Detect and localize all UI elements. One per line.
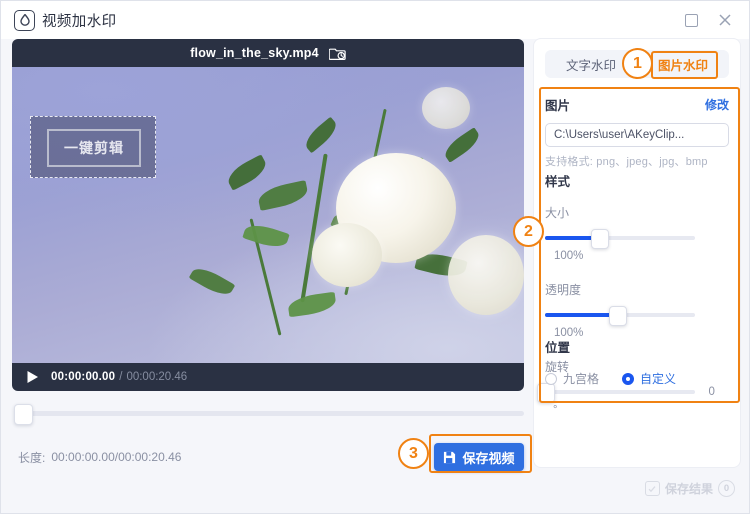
save-video-label: 保存视频 [462, 450, 515, 466]
radio-grid-icon [545, 372, 557, 385]
editor-left-column: flow_in_the_sky.mp4 一键剪辑 00:00:00.00 / 0… [12, 39, 524, 505]
position-option-grid[interactable]: 九宫格 [545, 370, 599, 387]
folder-refresh-icon[interactable] [328, 46, 346, 61]
total-time: 00:00:20.46 [126, 371, 188, 383]
position-options: 九宫格 自定义 [545, 370, 729, 387]
video-watermark-window: 视频加水印 flow_in_the_sky.mp4 一键剪辑 00:00:00.… [0, 0, 750, 514]
annotation-step-2: 2 [513, 216, 544, 247]
rotation-unit: ° [553, 404, 558, 417]
style-section-title: 样式 [545, 175, 571, 189]
watermark-selection-box[interactable]: 一键剪辑 [30, 116, 156, 178]
supported-formats-hint: 支持格式: png、jpeg、jpg、bmp [545, 156, 708, 168]
annotation-step-3: 3 [398, 438, 429, 469]
maximize-button[interactable] [675, 5, 707, 35]
save-result-indicator[interactable]: 保存结果 0 [644, 480, 735, 497]
length-and-save-row: 长度: 00:00:00.00/00:00:20.46 保存视频 [18, 437, 524, 477]
video-header: flow_in_the_sky.mp4 [12, 39, 524, 67]
floppy-disk-icon [444, 451, 456, 463]
position-section-title: 位置 [545, 341, 571, 355]
current-time: 00:00:00.00 [51, 371, 116, 383]
save-result-label: 保存结果 [664, 482, 713, 496]
image-edit-link[interactable]: 修改 [705, 96, 729, 113]
timeline-thumb[interactable] [14, 404, 33, 425]
time-separator: / [119, 371, 123, 383]
size-slider[interactable] [545, 229, 695, 249]
annotation-step-1: 1 [622, 48, 653, 79]
radio-custom-icon [622, 372, 635, 385]
length-label: 长度: [18, 450, 46, 465]
flower-bloom [312, 223, 382, 287]
position-option-grid-label: 九宫格 [563, 372, 600, 386]
opacity-slider-fill [545, 313, 617, 318]
opacity-label: 透明度 [545, 283, 582, 298]
close-icon [719, 14, 731, 26]
window-controls [675, 5, 741, 35]
image-section-title: 图片 [545, 99, 571, 113]
video-preview-card: flow_in_the_sky.mp4 一键剪辑 00:00:00.00 / 0… [12, 39, 524, 391]
watermark-settings-panel: 文字水印 图片水印 图片 修改 C:\Users\user\AKeyClip..… [534, 39, 740, 467]
page-title: 视频加水印 [42, 13, 117, 30]
flower-bloom [448, 235, 524, 315]
close-button[interactable] [709, 5, 741, 35]
size-label: 大小 [545, 206, 570, 220]
position-option-custom[interactable]: 自定义 [622, 370, 676, 387]
size-slider-thumb[interactable] [591, 229, 609, 249]
play-button[interactable] [24, 369, 40, 385]
video-file-name: flow_in_the_sky.mp4 [190, 46, 319, 60]
position-option-custom-label: 自定义 [640, 372, 677, 386]
rotation-value: 0 [708, 386, 715, 399]
play-icon [27, 371, 38, 383]
maximize-icon [684, 13, 698, 27]
image-section-header: 图片 修改 [545, 95, 729, 114]
length-value: 00:00:00.00/00:00:20.46 [51, 450, 182, 464]
timeline-scrubber[interactable] [12, 401, 524, 425]
opacity-slider-thumb[interactable] [609, 306, 627, 327]
clipboard-check-icon [644, 481, 660, 496]
rotation-slider-track [545, 390, 695, 395]
video-stage[interactable]: 一键剪辑 [12, 67, 524, 363]
video-playback-bar: 00:00:00.00 / 00:00:20.46 [12, 363, 524, 391]
watermark-text: 一键剪辑 [64, 140, 124, 156]
image-path-input[interactable]: C:\Users\user\AKeyClip... [545, 123, 729, 147]
flower-bud [422, 87, 470, 129]
save-result-count: 0 [718, 480, 735, 497]
save-video-button[interactable]: 保存视频 [434, 443, 524, 471]
size-value: 100% [554, 250, 584, 262]
water-drop-icon [14, 9, 35, 31]
timeline-track[interactable] [20, 411, 524, 416]
watermark-image: 一键剪辑 [47, 129, 141, 167]
opacity-slider[interactable] [545, 306, 695, 327]
position-section: 位置 九宫格 自定义 [545, 337, 729, 387]
title-bar: 视频加水印 [1, 1, 749, 39]
image-path-value: C:\Users\user\AKeyClip... [554, 129, 685, 141]
image-section: 图片 修改 C:\Users\user\AKeyClip... 支持格式: pn… [545, 95, 729, 169]
save-video-group: 保存视频 [434, 443, 524, 471]
